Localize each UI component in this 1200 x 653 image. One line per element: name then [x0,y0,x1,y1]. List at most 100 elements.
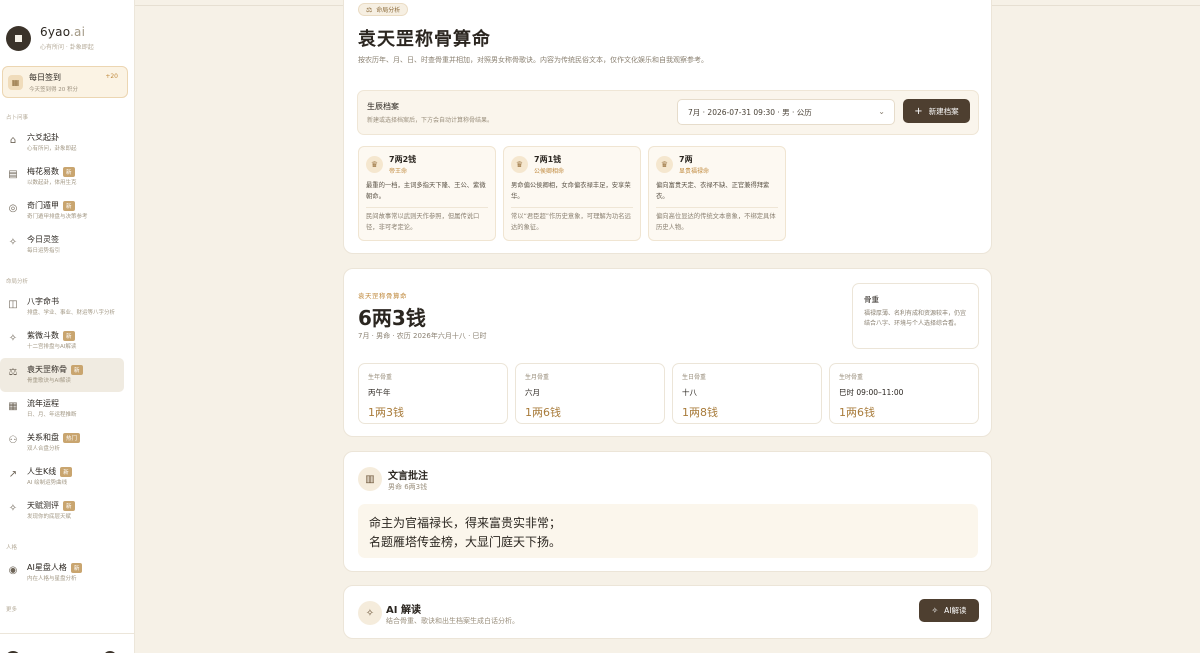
ai-reading-card: ✧ AI 解读 结合骨重、歌诀和出生档案生成白话分析。 ✧ AI解读 [343,585,992,639]
section-label-divination: 占卜问事 [6,115,29,121]
checkin-points: +20 [105,73,118,80]
brand-tagline: 心有所问 · 卦象即起 [40,44,94,51]
annotation-card: ▥ 文言批注 男命 6两3钱 命主为官福禄长，得来富贵实非常； 名题雁塔传金榜，… [343,451,992,572]
section-label-personality: 人格 [6,545,18,551]
crown-icon: ♛ [511,156,528,173]
new-badge: 新 [63,166,75,177]
annotation-sub: 男命 6两3钱 [388,483,428,491]
daily-checkin-card[interactable]: ▦ 每日签到 今天签到得 20 积分 +20 [2,66,128,98]
result-eyebrow: 袁天罡称骨算命 [358,292,407,300]
verse-line: 命主为官福禄长，得来富贵实非常； [369,516,562,530]
annotation-title: 文言批注 [388,471,428,482]
profile-sub: 新建或选择档案后，下方会自动计算称骨结果。 [367,117,494,124]
weight-card-hour: 生时骨重 巳时 09:00–11:00 1两6钱 [829,363,979,424]
reading-note: 常以“君臣超”作历史意象，可理解为功名远达的象征。 [511,213,631,232]
sparkle-icon: ✧ [931,606,939,615]
new-badge: 新 [60,466,72,477]
new-badge: 新 [71,364,83,375]
sidebar-item-bazi[interactable]: ◫ 八字命书 排盘、学业、事业、财运等八字分析 [0,290,134,324]
weight-card-day: 生日骨重 十八 1两8钱 [672,363,822,424]
reading-body: 偏向富贵天定、衣禄不缺、正官兼得拜紫衣。 [656,182,770,200]
section-label-more: 更多 [6,607,18,613]
sidebar-item-hepan[interactable]: ⚇ 关系和盘 热门 双人合盘分析 [0,426,134,460]
profile-title: 生辰档案 [367,102,399,111]
crown-icon: ♛ [656,156,673,173]
users-icon: ⚇ [8,435,18,446]
bone-note-title: 骨重 [864,295,879,304]
bone-weight-note: 骨重 福禄厚薄、名利有成和资源较丰，仍宜结合八字、环境与个人选择综合看。 [852,283,979,349]
coin-logo-icon [6,25,31,51]
weight-card-year: 生年骨重 丙午年 1两3钱 [358,363,508,424]
sidebar-item-liuyao[interactable]: ⌂ 六爻起卦 心有所问，卦象即起 [0,126,134,160]
brand[interactable]: 6yao.ai 心有所问 · 卦象即起 [0,0,134,58]
scale-icon: ⚖ [366,5,373,14]
sidebar-item-astro[interactable]: ◉ AI星盘人格新内在人格与星盘分析 [0,556,134,590]
hot-badge: 热门 [63,432,81,443]
reading-name: 显贵福禄命 [679,168,710,175]
result-meta: 7月 · 男命 · 农历 2026年六月十八 · 巳时 [358,332,487,340]
intro-card: ⚖ 命局分析 袁天罡称骨算命 按农历年、月、日、时查骨重并相加，对照男女称骨歌诀。… [343,0,992,254]
sidebar-item-lingqian[interactable]: ✧ 今日灵签 每日运势指引 [0,228,134,262]
reading-note: 偏向高位显达的传统文本意象，不绑定具体历史人物。 [656,213,776,232]
ai-title: AI 解读 [386,605,421,616]
sparkle-icon: ✧ [8,503,18,514]
reading-card[interactable]: ♛ 7两 显贵福禄命 偏向富贵天定、衣禄不缺、正官兼得拜紫衣。 偏向高位显达的传… [648,146,786,241]
crown-icon: ♛ [366,156,383,173]
reading-note: 民间故事常以武则天作参照，但属传说口径，非可考定论。 [366,213,480,232]
sidebar-footer [0,633,134,653]
astro-icon: ◉ [8,565,18,576]
sidebar-item-chenggu[interactable]: ⚖ 袁天罡称骨新骨重歌诀与AI解读 [0,358,124,392]
birth-profile-bar: 生辰档案 新建或选择档案后，下方会自动计算称骨结果。 7月 · 2026-07-… [357,90,979,135]
calendar-icon: ▦ [8,74,23,90]
result-card: 袁天罡称骨算命 6两3钱 7月 · 男命 · 农历 2026年六月十八 · 巳时… [343,268,992,437]
sidebar-item-ziwei[interactable]: ✧ 紫微斗数新十二宫排盘与AI解读 [0,324,134,358]
scale-icon: ⚖ [8,367,18,378]
plus-icon: + [914,105,923,117]
sidebar-item-kline[interactable]: ↗ 人生K线新 AI 绘制运势曲线 [0,460,134,494]
sidebar-item-liunian[interactable]: ▦ 流年运程 日、月、年运程推断 [0,392,134,426]
verse-block: 命主为官福禄长，得来富贵实非常； 名题雁塔传金榜，大显门庭天下扬。 [358,504,978,558]
sidebar-item-meihua[interactable]: ▤ 梅花易数新以数起卦，体用生克 [0,160,134,194]
reading-weight: 7两 [679,155,693,164]
result-total-weight: 6两3钱 [358,306,426,330]
section-label-analysis: 命局分析 [6,279,29,285]
brand-name: 6yao.ai [40,25,86,39]
reading-weight: 7两2钱 [389,155,417,164]
ai-sub: 结合骨重、歌诀和出生档案生成白话分析。 [386,617,519,625]
sidebar: 6yao.ai 心有所问 · 卦象即起 ▦ 每日签到 今天签到得 20 积分 +… [0,0,135,653]
reading-body: 最重的一档，主词多指天下隆、王公、紫微朝命。 [366,182,486,200]
chevron-down-icon: ⌄ [878,107,885,116]
reading-name: 帝王命 [389,168,408,175]
trend-icon: ↗ [8,469,18,480]
verse-line: 名题雁塔传金榜，大显门庭天下扬。 [369,534,562,549]
reading-body: 男命偏公侯卿相，女命偏衣禄丰足，安享荣华。 [511,182,631,200]
new-badge: 新 [63,200,75,211]
book-icon: ◫ [8,299,18,310]
ai-read-button[interactable]: ✧ AI解读 [919,599,979,622]
home-icon: ⌂ [9,135,17,146]
book-icon: ▥ [358,467,382,491]
page-description: 按农历年、月、日、时查骨重并相加，对照男女称骨歌诀。内容为传统民俗文本，仅作文化… [358,56,708,64]
sparkle-icon: ✧ [358,601,382,625]
bone-note-body: 福禄厚薄、名利有成和资源较丰，仍宜结合八字、环境与个人选择综合看。 [864,310,967,327]
grid-icon: ▤ [8,169,18,180]
main-content: ⚖ 命局分析 袁天罡称骨算命 按农历年、月、日、时查骨重并相加，对照男女称骨歌诀。… [135,0,1200,653]
new-badge: 新 [63,500,75,511]
new-badge: 新 [70,562,83,573]
sidebar-item-talent[interactable]: ✧ 天赋测评新发现你的底层天赋 [0,494,134,528]
sidebar-item-qimen[interactable]: ◎ 奇门遁甲新奇门遁甲排盘与决策参考 [0,194,134,228]
checkin-title: 每日签到 [29,72,61,82]
reading-card[interactable]: ♛ 7两1钱 公侯卿相命 男命偏公侯卿相，女命偏衣禄丰足，安享荣华。 常以“君臣… [503,146,641,241]
checkin-sub: 今天签到得 20 积分 [29,86,78,93]
weight-card-month: 生月骨重 六月 1两6钱 [515,363,665,424]
profile-select[interactable]: 7月 · 2026-07-31 09:30 · 男 · 公历 ⌄ [677,99,895,125]
reading-weight: 7两1钱 [534,155,562,164]
sparkle-icon: ✧ [8,333,18,344]
page-title: 袁天罡称骨算命 [358,29,491,50]
compass-icon: ◎ [8,203,18,214]
reading-card[interactable]: ♛ 7两2钱 帝王命 最重的一档，主词多指天下隆、王公、紫微朝命。 民间故事常以… [358,146,496,241]
sparkle-icon: ✧ [8,237,18,248]
calendar-icon: ▦ [8,401,18,412]
new-profile-button[interactable]: + 新建档案 [903,99,970,123]
new-badge: 新 [63,330,75,341]
